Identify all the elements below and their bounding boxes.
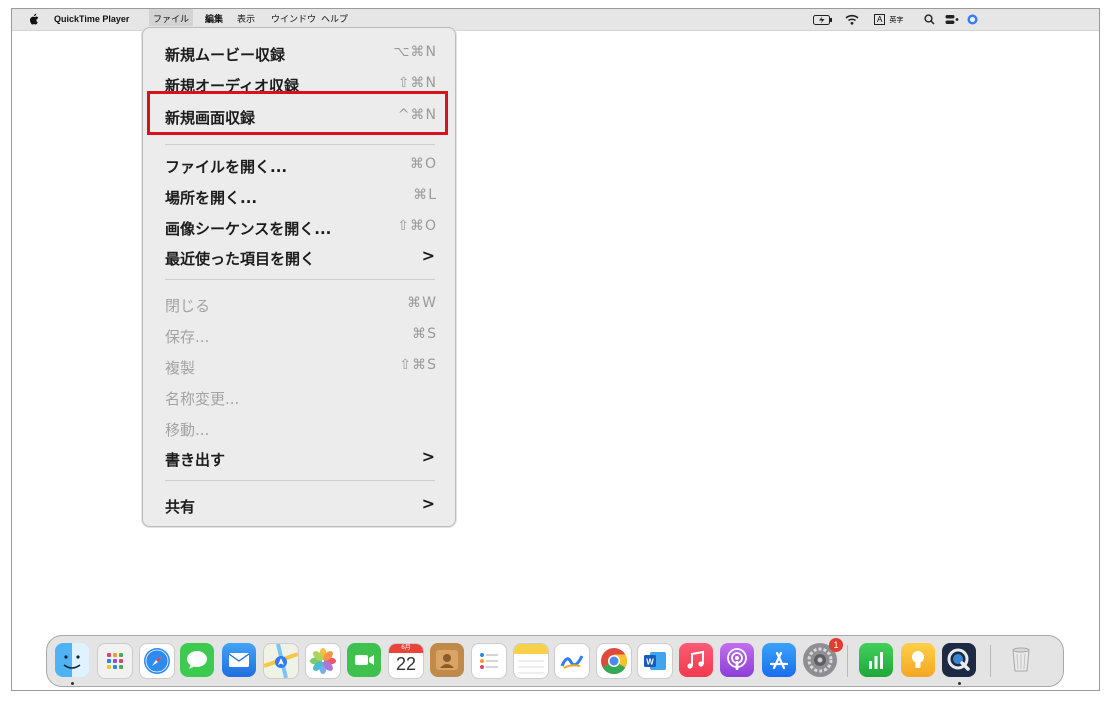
apple-menu-icon[interactable] [29,9,39,30]
open-location-label: 場所を開く... [165,189,258,207]
submenu-chevron-icon: > [421,246,435,265]
mail-icon[interactable] [222,643,256,677]
calendar-month: 6月 [389,644,423,653]
word-icon[interactable]: W [637,643,673,679]
system-settings-icon[interactable]: 1 [803,638,843,677]
export-label: 書き出す [165,451,226,469]
menu-separator [165,279,435,280]
contacts-icon[interactable] [430,643,464,677]
menu-item-export[interactable]: 書き出す > [165,443,437,471]
save-shortcut: ⌘S [412,326,437,342]
close-shortcut: ⌘W [407,295,437,311]
launchpad-icon[interactable] [97,643,133,679]
finder-icon[interactable] [55,643,89,677]
spotlight-search-icon[interactable] [924,9,935,30]
open-recent-label: 最近使った項目を開く [165,250,316,268]
dock-divider [847,645,848,677]
menu-separator [165,480,435,481]
dock-divider [990,645,991,677]
menu-item-open-location[interactable]: 場所を開く... ⌘L [165,181,437,209]
menu-item-open-recent[interactable]: 最近使った項目を開く > [165,242,437,270]
menu-item-open-image-sequence[interactable]: 画像シーケンスを開く... ⇧⌘O [165,212,437,240]
menu-item-new-movie-recording[interactable]: 新規ムービー収録 ⌥⌘N [165,38,437,66]
menu-item-share[interactable]: 共有 > [165,490,437,518]
app-store-icon[interactable] [762,643,796,677]
submenu-chevron-icon: > [421,447,435,466]
keynote-icon[interactable] [901,643,935,677]
notes-icon[interactable] [513,643,549,679]
menu-separator [165,144,435,145]
input-source-icon[interactable]: A 英字 [874,9,903,30]
input-lang: 英字 [889,16,904,24]
submenu-chevron-icon: > [421,494,435,513]
svg-text:W: W [646,658,654,667]
app-name-menu[interactable]: QuickTime Player [54,9,129,30]
open-file-label: ファイルを開く... [165,158,288,176]
open-image-seq-shortcut: ⇧⌘O [397,218,437,234]
menu-item-move[interactable]: 移動... [165,413,437,441]
chrome-icon[interactable] [596,643,632,679]
control-center-icon[interactable] [945,9,959,30]
input-badge: A [874,14,886,25]
new-movie-label: 新規ムービー収録 [165,46,286,64]
screen: QuickTime Player ファイル 編集 表示 ウインドウ ヘルプ A … [11,8,1100,691]
quicktime-player-icon[interactable] [942,643,976,677]
maps-icon[interactable] [263,643,299,679]
music-icon[interactable] [679,643,713,677]
battery-icon[interactable] [813,9,833,30]
messages-icon[interactable] [180,643,214,677]
open-location-shortcut: ⌘L [413,187,437,203]
facetime-icon[interactable] [347,643,381,677]
dock: 6月 22 W 1 [46,635,1064,687]
save-label: 保存... [165,328,210,346]
rename-label: 名称変更... [165,390,240,408]
running-indicator [958,682,961,685]
trash-icon[interactable] [1004,643,1038,677]
podcasts-icon[interactable] [720,643,754,677]
calendar-day: 22 [395,654,417,674]
safari-icon[interactable] [139,643,175,679]
siri-icon[interactable] [967,9,978,30]
file-menu: 新規ムービー収録 ⌥⌘N 新規オーディオ収録 ⇧⌘N 新規画面収録 ^⌘N ファ… [142,27,456,527]
menu-item-open-file[interactable]: ファイルを開く... ⌘O [165,150,437,178]
menu-item-rename[interactable]: 名称変更... [165,382,437,410]
open-image-seq-label: 画像シーケンスを開く... [165,220,332,238]
notification-badge: 1 [829,638,843,652]
photos-icon[interactable] [305,643,341,679]
reminders-icon[interactable] [471,643,507,679]
highlight-box [147,91,448,135]
numbers-icon[interactable] [859,643,893,677]
new-movie-shortcut: ⌥⌘N [393,44,437,60]
menu-item-close[interactable]: 閉じる ⌘W [165,289,437,317]
open-file-shortcut: ⌘O [409,156,437,172]
duplicate-shortcut: ⇧⌘S [399,357,437,373]
calendar-icon[interactable]: 6月 22 [388,643,424,679]
menu-item-save[interactable]: 保存... ⌘S [165,320,437,348]
new-audio-shortcut: ⇧⌘N [397,75,437,91]
freeform-icon[interactable] [554,643,590,679]
close-label: 閉じる [165,297,211,315]
running-indicator [71,682,74,685]
move-label: 移動... [165,421,210,439]
menu-item-duplicate[interactable]: 複製 ⇧⌘S [165,351,437,379]
share-label: 共有 [165,498,196,516]
duplicate-label: 複製 [165,359,196,377]
wifi-icon[interactable] [845,9,859,30]
